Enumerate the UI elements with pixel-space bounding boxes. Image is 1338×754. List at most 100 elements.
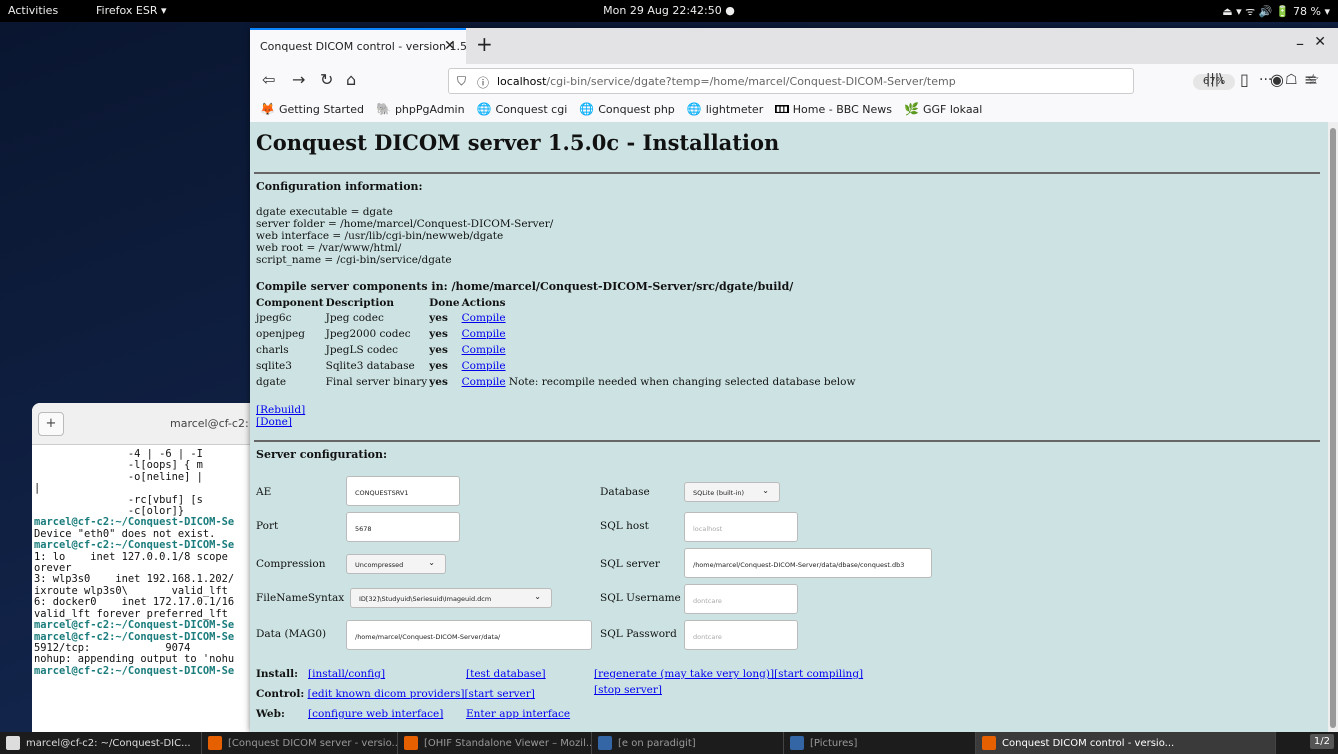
- back-icon[interactable]: ⇦: [262, 70, 275, 89]
- start-compiling-link[interactable]: [start compiling]: [774, 668, 863, 680]
- home-icon[interactable]: ⌂: [346, 70, 356, 89]
- compile-link-text[interactable]: Compile: [462, 328, 506, 340]
- bookmark-label: Home - BBC News: [792, 102, 893, 116]
- test-database-link[interactable]: [test database]: [466, 668, 546, 680]
- config-heading: Configuration information:: [256, 180, 423, 193]
- system-tray[interactable]: ⏏ ▾ ᯤ 🔊 🔋 78 % ▾: [1222, 4, 1330, 19]
- new-tab-button[interactable]: +: [476, 32, 493, 56]
- globe-icon: 🌐: [686, 102, 702, 116]
- regenerate-link[interactable]: [regenerate (may take very long)]: [594, 668, 774, 680]
- app-menu[interactable]: Firefox ESR ▾: [96, 4, 167, 17]
- new-tab-icon[interactable]: +: [38, 412, 64, 436]
- terminal-output[interactable]: -4 | -6 | -I -l[oops] { m -o[neline] | | …: [32, 445, 258, 677]
- globe-icon: 🌐: [579, 102, 595, 116]
- stop-server-link[interactable]: [stop server]: [594, 684, 662, 696]
- configure-web-link[interactable]: [configure web interface]: [308, 708, 443, 720]
- scrollbar[interactable]: [1328, 122, 1338, 732]
- bbc-icon: ▮▮▮: [775, 105, 789, 113]
- sqlusername-input[interactable]: dontcare: [684, 584, 798, 614]
- database-select[interactable]: SQLite (built-in) ⌄: [684, 482, 780, 502]
- compile-link[interactable]: Compile: [462, 310, 858, 326]
- compile-link-text[interactable]: Compile: [462, 360, 506, 372]
- compile-link-text[interactable]: Compile: [462, 344, 506, 356]
- taskbar-label: Conquest DICOM control - versio...: [1002, 737, 1175, 749]
- taskbar-item[interactable]: [Conquest DICOM server - versio...: [202, 732, 398, 754]
- bookmark-label: GGF lokaal: [922, 102, 983, 116]
- minimize-icon[interactable]: –: [1296, 34, 1304, 53]
- component-done: yes: [429, 374, 461, 390]
- component-name: dgate: [256, 374, 326, 390]
- edit-providers-link[interactable]: [edit known dicom providers]: [308, 688, 465, 700]
- compile-link[interactable]: Compile: [462, 358, 858, 374]
- menu-icon[interactable]: ≡: [1304, 70, 1317, 89]
- install-config-link[interactable]: [install/config]: [308, 668, 385, 680]
- reload-icon[interactable]: ↻: [320, 70, 333, 89]
- url-text[interactable]: localhost/cgi-bin/service/dgate?temp=/ho…: [497, 75, 956, 88]
- shield-icon[interactable]: ⛉: [457, 74, 466, 89]
- start-server-link[interactable]: [start server]: [464, 688, 534, 700]
- port-input[interactable]: 5678: [346, 512, 460, 542]
- bookmark-item[interactable]: ▮▮▮ Home - BBC News: [775, 103, 892, 116]
- web-label: Web:: [256, 708, 285, 720]
- forward-icon[interactable]: →: [292, 70, 305, 89]
- scrollbar-thumb[interactable]: [1330, 128, 1336, 728]
- table-row: openjpeg Jpeg2000 codec yes Compile: [256, 326, 857, 342]
- close-tab-icon[interactable]: ✕: [444, 38, 456, 54]
- compile-link-text[interactable]: Compile: [462, 376, 506, 388]
- filenamesyntax-select[interactable]: ID[32]\Studyuid\Seriesuid\Imageuid.dcm ⌄: [350, 588, 552, 608]
- firefox-icon: 🦊: [260, 102, 275, 116]
- taskbar-label: [OHIF Standalone Viewer – Mozil...: [424, 737, 592, 749]
- taskbar-label: [Pictures]: [810, 737, 858, 749]
- sqlhost-input[interactable]: localhost: [684, 512, 798, 542]
- server-heading: Server configuration:: [256, 448, 388, 461]
- bookmark-item[interactable]: 🌐 Conquest cgi: [477, 102, 568, 116]
- taskbar-item[interactable]: [OHIF Standalone Viewer – Mozil...: [398, 732, 592, 754]
- bookmark-item[interactable]: 🦊 Getting Started: [260, 102, 364, 116]
- app-icon: [598, 736, 612, 750]
- divider: [254, 440, 1320, 442]
- info-icon[interactable]: ⓘ: [477, 74, 489, 91]
- compression-select[interactable]: Uncompressed ⌄: [346, 554, 446, 574]
- bookmark-item[interactable]: 🌐 Conquest php: [579, 102, 675, 116]
- bookmark-item[interactable]: 🌿 GGF lokaal: [904, 102, 982, 116]
- clock[interactable]: Mon 29 Aug 22:42:50 ●: [0, 4, 1338, 17]
- compression-label: Compression: [256, 558, 326, 570]
- terminal-window[interactable]: + marcel@cf-c2: ~/ -4 | -6 | -I -l[oops]…: [32, 403, 258, 733]
- compile-link[interactable]: Compile Note: recompile needed when chan…: [462, 374, 858, 390]
- column-header: Done: [429, 297, 460, 309]
- compile-link[interactable]: Compile: [462, 326, 858, 342]
- browser-tab[interactable]: Conquest DICOM control - version 1.5 ✕: [250, 28, 466, 64]
- taskbar-item[interactable]: Conquest DICOM control - versio...: [976, 732, 1276, 754]
- sidebar-icon[interactable]: ▯: [1240, 70, 1249, 89]
- column-header: Actions: [461, 297, 506, 309]
- config-line: web interface = /usr/lib/cgi-bin/newweb/…: [256, 230, 504, 242]
- sqlpassword-input[interactable]: dontcare: [684, 620, 798, 650]
- component-done: yes: [429, 358, 461, 374]
- ae-input[interactable]: CONQUESTSRV1: [346, 476, 460, 506]
- taskbar-item[interactable]: [Pictures]: [784, 732, 976, 754]
- compile-link[interactable]: Compile: [462, 342, 858, 358]
- rebuild-link[interactable]: [Rebuild]: [256, 404, 305, 416]
- mag0-input[interactable]: /home/marcel/Conquest-DICOM-Server/data/: [346, 620, 592, 650]
- activities-button[interactable]: Activities: [8, 4, 58, 17]
- taskbar-item[interactable]: marcel@cf-c2: ~/Conquest-DIC...: [0, 732, 202, 754]
- account-icon[interactable]: ◉: [1270, 70, 1284, 89]
- component-name-text: openjpeg: [256, 328, 305, 340]
- url-bar[interactable]: ⛉ ⓘ localhost/cgi-bin/service/dgate?temp…: [448, 68, 1320, 94]
- workspace-pager[interactable]: 1/2: [1309, 734, 1334, 749]
- close-window-icon[interactable]: ✕: [1314, 34, 1326, 50]
- compile-link-text[interactable]: Compile: [462, 312, 506, 324]
- taskbar-item[interactable]: [e on paradigit]: [592, 732, 784, 754]
- sqlserver-input[interactable]: /home/marcel/Conquest-DICOM-Server/data/…: [684, 548, 932, 578]
- enter-app-link[interactable]: Enter app interface: [466, 708, 570, 720]
- firefox-window: Conquest DICOM control - version 1.5 ✕ +…: [250, 28, 1338, 732]
- component-done-text: yes: [429, 312, 448, 324]
- pocket-icon[interactable]: ☖: [1285, 72, 1298, 88]
- bookmark-item[interactable]: 🐘 phpPgAdmin: [376, 102, 465, 116]
- library-icon[interactable]: |||\: [1206, 72, 1224, 87]
- bookmark-item[interactable]: 🌐 lightmeter: [687, 102, 763, 116]
- component-description: Sqlite3 database: [326, 358, 430, 374]
- component-name: sqlite3: [256, 358, 326, 374]
- sqlserver-label: SQL server: [600, 558, 660, 570]
- done-link[interactable]: [Done]: [256, 416, 292, 428]
